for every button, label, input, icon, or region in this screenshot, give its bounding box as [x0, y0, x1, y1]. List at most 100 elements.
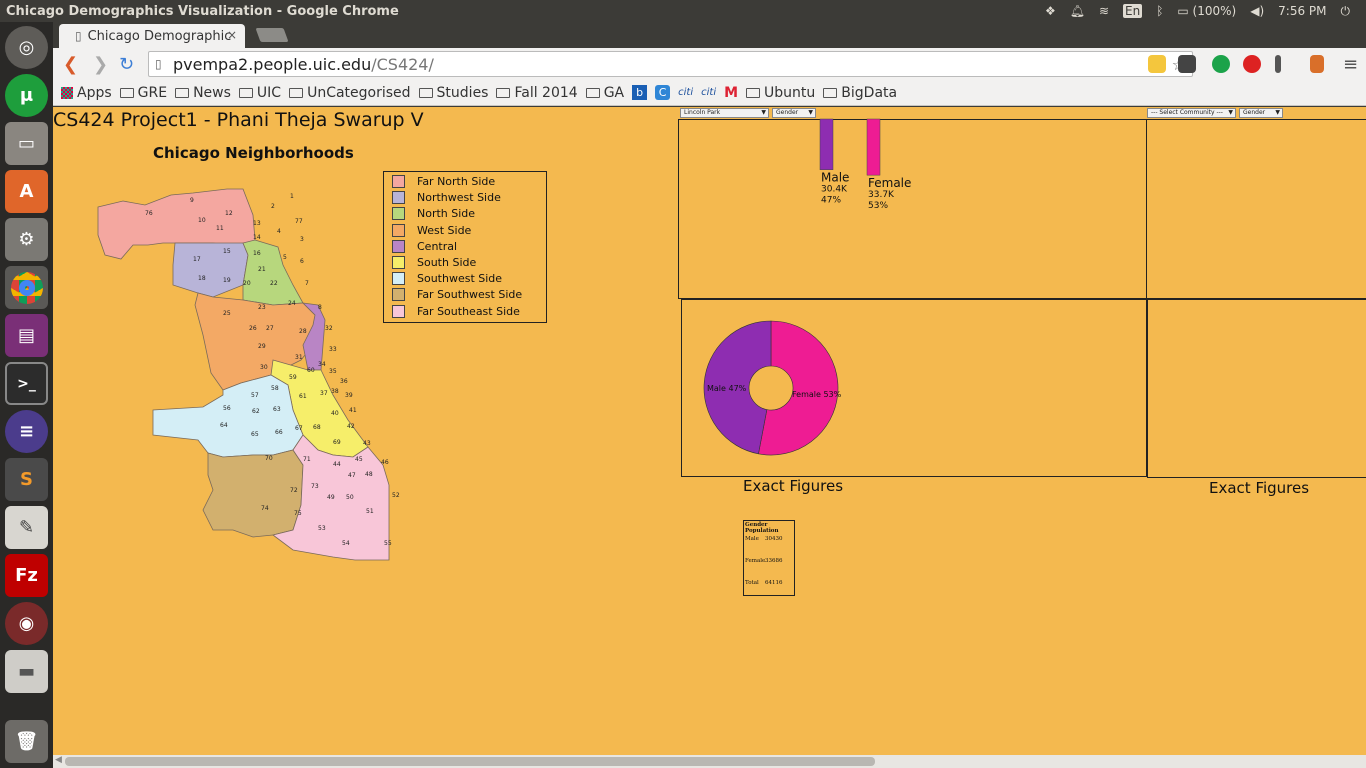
url-host: pvempa2.people.uic.edu: [173, 54, 372, 74]
bookmark-gmail[interactable]: M: [724, 85, 738, 101]
bookmark-c-logo[interactable]: C: [655, 85, 671, 100]
svg-text:54: 54: [342, 540, 350, 547]
trash-icon[interactable]: 🗑︎: [5, 720, 48, 763]
chrome-icon[interactable]: [5, 266, 48, 309]
legend-swatch: [392, 255, 405, 269]
bluetooth-icon[interactable]: ᛒ: [1156, 4, 1163, 18]
svg-text:22: 22: [270, 280, 278, 287]
volume-icon[interactable]: ◀︎): [1250, 4, 1264, 18]
svg-text:43: 43: [363, 440, 371, 447]
scrollbar-thumb[interactable]: [65, 757, 875, 766]
svg-text:29: 29: [258, 343, 266, 350]
media-player-icon[interactable]: ◉: [5, 602, 48, 645]
back-button[interactable]: ❮: [63, 54, 78, 75]
battery-indicator[interactable]: ▭ (100%): [1177, 4, 1236, 18]
bar-male[interactable]: [819, 118, 834, 170]
settings-icon[interactable]: ⚙: [5, 218, 48, 261]
scroll-left-icon[interactable]: ◀: [55, 755, 62, 765]
bookmark-uic[interactable]: UIC: [238, 85, 281, 101]
horizontal-scrollbar[interactable]: ◀: [53, 755, 1366, 768]
legend-swatch: [392, 174, 405, 188]
sublime-text-icon[interactable]: S: [5, 458, 48, 501]
legend-swatch: [392, 271, 405, 285]
svg-text:52: 52: [392, 492, 400, 499]
bar-chart-panel-right: [1146, 119, 1366, 299]
svg-text:12: 12: [225, 210, 233, 217]
forward-button[interactable]: ❯: [93, 54, 108, 75]
map-region-northwest[interactable]: [172, 242, 249, 298]
map-region-far-southwest[interactable]: [202, 449, 304, 538]
extension-green-icon[interactable]: [1212, 55, 1230, 73]
dropbox-icon[interactable]: ❖: [1045, 4, 1056, 18]
svg-text:69: 69: [333, 439, 341, 446]
adblock-icon[interactable]: [1243, 55, 1261, 73]
table-row-value: 30430: [765, 536, 783, 542]
community-select-left[interactable]: Lincoln Park: [680, 108, 769, 118]
bookmark-ga[interactable]: GA: [585, 85, 624, 101]
bookmark-studies[interactable]: Studies: [418, 85, 488, 101]
power-icon[interactable]: ⏻: [1341, 4, 1351, 19]
bookmark-ubuntu[interactable]: Ubuntu: [746, 85, 815, 101]
bookmark-citi-1[interactable]: citi: [678, 87, 693, 98]
exact-figures-title-right: Exact Figures: [1209, 479, 1310, 497]
workspace-switcher-icon[interactable]: ▤: [5, 314, 48, 357]
table-row-label: Female: [745, 558, 766, 564]
filezilla-icon[interactable]: Fz: [5, 554, 48, 597]
files-icon[interactable]: ▭: [5, 122, 48, 165]
svg-text:55: 55: [384, 540, 392, 547]
bookmark-blue-b[interactable]: b: [632, 85, 648, 100]
address-bar[interactable]: ▯ pvempa2.people.uic.edu/CS424/ ⚲ ☆: [148, 51, 1193, 77]
close-tab-icon[interactable]: ×: [227, 28, 237, 42]
ubuntu-logo-icon[interactable]: ◎: [5, 26, 48, 69]
drive-icon[interactable]: ▬: [5, 650, 48, 693]
map-region-north[interactable]: [242, 239, 304, 306]
bar-female[interactable]: [866, 118, 881, 176]
eyedropper-icon[interactable]: [1275, 55, 1281, 73]
category-select-right[interactable]: Gender: [1239, 108, 1283, 118]
c-logo-icon: C: [655, 85, 671, 100]
bookmark-gre[interactable]: GRE: [119, 85, 167, 101]
svg-text:19: 19: [223, 277, 231, 284]
table-row-label: Total: [745, 580, 759, 586]
exact-figures-title-left: Exact Figures: [743, 477, 844, 495]
category-select-left[interactable]: Gender: [772, 108, 816, 118]
apps-grid-icon: [61, 86, 73, 99]
gender-pie-chart: Male 47% Female 53%: [703, 320, 842, 456]
svg-text:4: 4: [277, 228, 281, 235]
svg-text:73: 73: [311, 483, 319, 490]
clock[interactable]: 7:56 PM: [1278, 4, 1326, 18]
pocket-icon[interactable]: [1178, 55, 1196, 73]
svg-text:37: 37: [320, 390, 328, 397]
svg-text:18: 18: [198, 275, 206, 282]
folder-icon: [585, 87, 600, 98]
svg-text:1: 1: [290, 193, 294, 200]
legend-swatch: [392, 304, 405, 318]
window-title: Chicago Demographics Visualization - Goo…: [6, 3, 399, 19]
bar-percent-label: 53%: [868, 201, 888, 211]
extension-tools-icon[interactable]: [1310, 55, 1324, 73]
browser-tab[interactable]: ▯ Chicago Demographic ×: [59, 24, 245, 48]
language-indicator[interactable]: En: [1123, 4, 1143, 18]
terminal-icon[interactable]: >_: [5, 362, 48, 405]
community-select-right[interactable]: --- Select Community ---: [1147, 108, 1236, 118]
bell-icon[interactable]: 🔔︎: [1070, 4, 1085, 18]
chrome-menu-icon[interactable]: ≡: [1343, 54, 1358, 75]
bookmark-uncategorised[interactable]: UnCategorised: [289, 85, 411, 101]
new-tab-button[interactable]: [255, 28, 289, 42]
text-editor-icon[interactable]: ✎: [5, 506, 48, 549]
reload-button[interactable]: ↻: [119, 54, 134, 75]
eclipse-icon[interactable]: ≡: [5, 410, 48, 453]
svg-text:33: 33: [329, 346, 337, 353]
bookmark-news[interactable]: News: [175, 85, 231, 101]
svg-text:11: 11: [216, 225, 224, 232]
bookmark-fall-2014[interactable]: Fall 2014: [496, 85, 578, 101]
bar-value-label: 33.7K: [868, 190, 895, 200]
bookmark-citi-2[interactable]: citi: [701, 87, 716, 98]
software-center-icon[interactable]: A: [5, 170, 48, 213]
utorrent-icon[interactable]: μ: [5, 74, 48, 117]
svg-text:39: 39: [345, 392, 353, 399]
bookmark-apps[interactable]: Apps: [61, 85, 112, 101]
extension-notes-icon[interactable]: [1148, 55, 1166, 73]
wifi-icon[interactable]: ≋: [1099, 4, 1109, 18]
bookmark-bigdata[interactable]: BigData: [823, 85, 897, 101]
